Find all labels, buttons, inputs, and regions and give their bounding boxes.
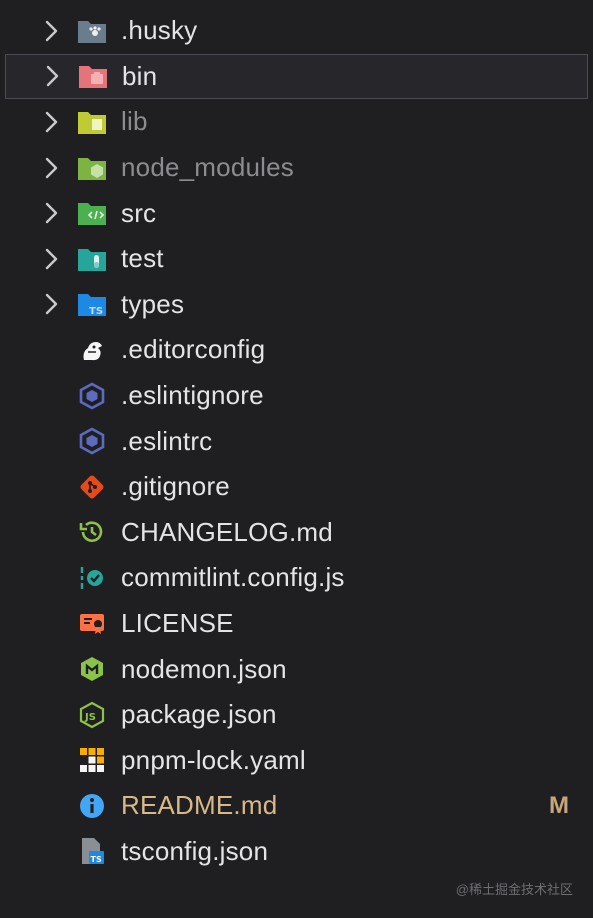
folder-label: lib: [121, 106, 148, 137]
file-label: nodemon.json: [121, 653, 287, 684]
folder-row-bin[interactable]: bin: [5, 53, 588, 100]
folder-row-node-modules[interactable]: node_modules: [0, 145, 593, 191]
nodemon-icon: [77, 654, 107, 684]
node-modules-folder-icon: [77, 153, 107, 183]
chevron-right-icon[interactable]: [40, 247, 64, 271]
folder-label: node_modules: [121, 152, 294, 183]
chevron-right-icon[interactable]: [40, 156, 64, 180]
chevron-right-icon[interactable]: [41, 64, 65, 88]
chevron-right-icon[interactable]: [40, 19, 64, 43]
file-row-changelog[interactable]: CHANGELOG.md: [0, 510, 593, 556]
file-row-commitlint[interactable]: commitlint.config.js: [0, 555, 593, 601]
folder-row-test[interactable]: test: [0, 236, 593, 282]
src-folder-icon: [77, 198, 107, 228]
file-row-license[interactable]: LICENSE: [0, 601, 593, 647]
file-row-eslintrc[interactable]: .eslintrc: [0, 418, 593, 464]
file-label: LICENSE: [121, 608, 234, 639]
editorconfig-icon: [77, 335, 107, 365]
file-label: pnpm-lock.yaml: [121, 744, 306, 775]
folder-label: bin: [122, 60, 158, 91]
info-icon: [77, 791, 107, 821]
file-row-tsconfig[interactable]: TS tsconfig.json: [0, 829, 593, 875]
husky-folder-icon: [77, 16, 107, 46]
file-explorer-tree: .husky bin lib node_modules src test TS …: [0, 8, 593, 874]
file-label: package.json: [121, 699, 277, 730]
changelog-icon: [77, 517, 107, 547]
license-icon: [77, 609, 107, 639]
svg-text:JS: JS: [84, 712, 96, 723]
watermark: @稀土掘金技术社区: [455, 882, 573, 897]
svg-text:TS: TS: [89, 306, 103, 317]
chevron-right-icon[interactable]: [40, 292, 64, 316]
file-label: commitlint.config.js: [121, 562, 345, 593]
svg-text:TS: TS: [91, 855, 102, 864]
file-row-package-json[interactable]: JS package.json: [0, 692, 593, 738]
bin-folder-icon: [78, 61, 108, 91]
file-label: .editorconfig: [121, 334, 266, 365]
folder-label: src: [121, 197, 157, 228]
git-icon: [77, 472, 107, 502]
folder-row-husky[interactable]: .husky: [0, 8, 593, 54]
lib-folder-icon: [77, 107, 107, 137]
file-label: README.md: [121, 790, 278, 821]
nodejs-icon: JS: [77, 700, 107, 730]
file-label: .eslintrc: [121, 425, 213, 456]
commitlint-icon: [77, 563, 107, 593]
file-row-gitignore[interactable]: .gitignore: [0, 464, 593, 510]
file-label: .gitignore: [121, 471, 230, 502]
file-label: CHANGELOG.md: [121, 516, 333, 547]
tsconfig-icon: TS: [77, 836, 107, 866]
file-label: tsconfig.json: [121, 835, 269, 866]
file-row-pnpm-lock[interactable]: pnpm-lock.yaml: [0, 738, 593, 784]
file-row-editorconfig[interactable]: .editorconfig: [0, 327, 593, 373]
chevron-right-icon[interactable]: [40, 110, 64, 134]
folder-row-lib[interactable]: lib: [0, 99, 593, 145]
eslint-icon: [77, 381, 107, 411]
file-label: .eslintignore: [121, 380, 264, 411]
eslint-icon: [77, 426, 107, 456]
folder-row-types[interactable]: TS types: [0, 282, 593, 328]
file-row-readme[interactable]: README.md M: [0, 783, 593, 829]
types-folder-icon: TS: [77, 289, 107, 319]
test-folder-icon: [77, 244, 107, 274]
folder-label: test: [121, 243, 164, 274]
folder-label: types: [121, 288, 185, 319]
folder-row-src[interactable]: src: [0, 190, 593, 236]
file-row-nodemon[interactable]: nodemon.json: [0, 646, 593, 692]
file-row-eslintignore[interactable]: .eslintignore: [0, 373, 593, 419]
git-modified-badge: M: [549, 791, 569, 819]
pnpm-icon: [77, 745, 107, 775]
folder-label: .husky: [121, 15, 198, 46]
chevron-right-icon[interactable]: [40, 201, 64, 225]
